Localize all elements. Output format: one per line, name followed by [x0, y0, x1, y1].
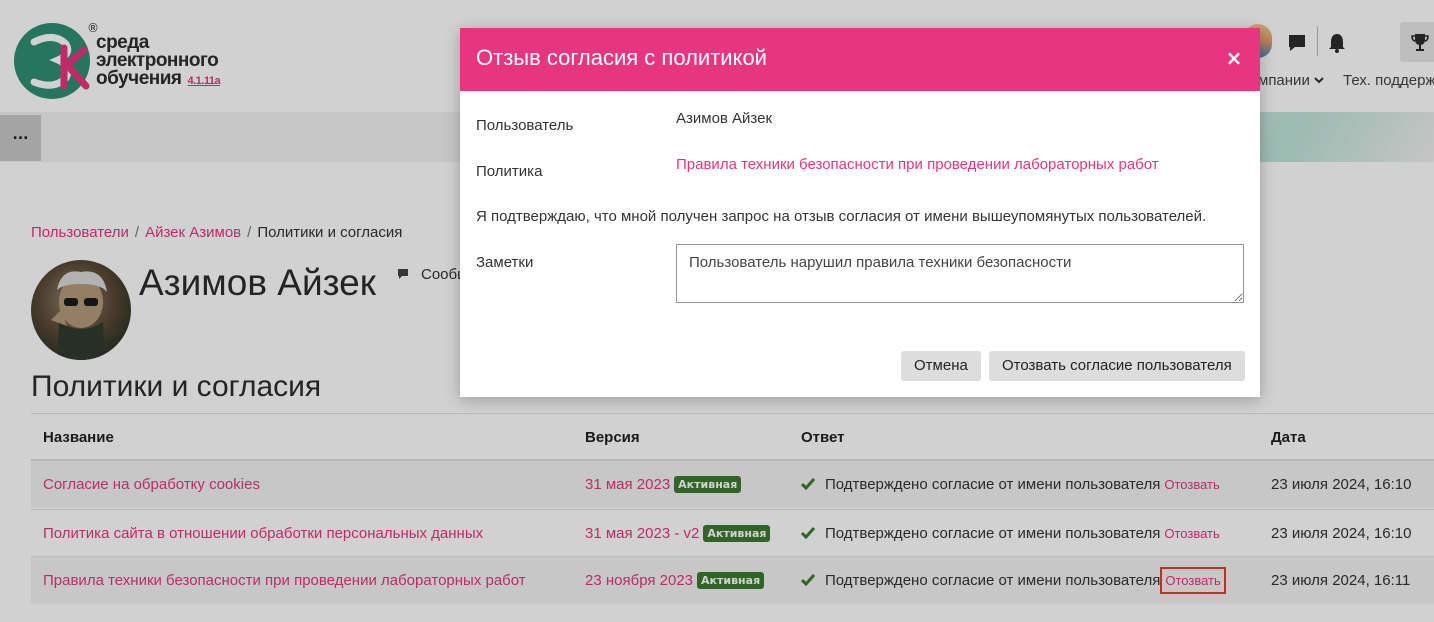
revoke-consent-button[interactable]: Отозвать согласие пользователя — [989, 351, 1245, 381]
confirm-text: Я подтверждаю, что мной получен запрос н… — [476, 208, 1207, 225]
user-value: Азимов Айзек — [676, 110, 773, 127]
modal-header: Отзыв согласия с политикой × — [460, 28, 1260, 91]
revoke-consent-dialog: Отзыв согласия с политикой × Пользовател… — [460, 28, 1260, 397]
notes-textarea[interactable]: Пользователь нарушил правила техники без… — [676, 244, 1244, 303]
modal-title: Отзыв согласия с политикой — [476, 45, 767, 70]
notes-label: Заметки — [476, 254, 534, 271]
close-icon[interactable]: × — [1222, 46, 1246, 70]
policy-label: Политика — [476, 163, 543, 180]
policy-value-link[interactable]: Правила техники безопасности при проведе… — [676, 156, 1159, 173]
cancel-button[interactable]: Отмена — [901, 351, 981, 381]
user-label: Пользователь — [476, 117, 574, 134]
